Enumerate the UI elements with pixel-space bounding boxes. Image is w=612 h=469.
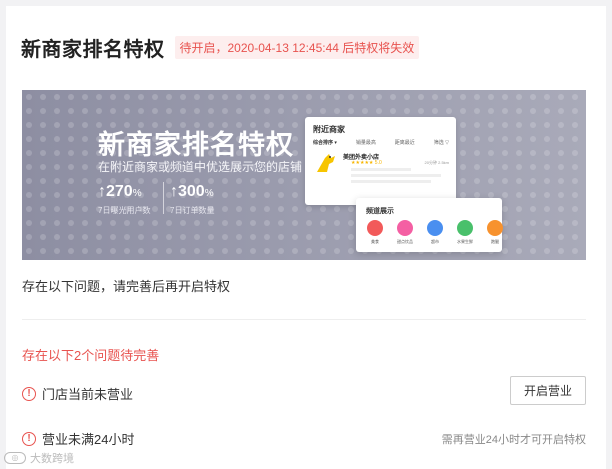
channel-item: 甜点饮品 [394,220,416,245]
mockup-shop-distance: 20分钟 2.5km [424,160,449,165]
banner-subtitle: 在附近商家或频道中优选展示您的店铺 [98,160,303,174]
channel-icon [367,220,383,236]
stat-unit: % [132,188,142,199]
issue-text: 门店当前未营业 [42,387,134,402]
channel-item: 水果生鲜 [454,220,476,245]
channel-item: 超市 [424,220,446,245]
popup-heading: 频道展示 [366,208,394,215]
stat-unit: % [204,188,214,199]
channel-label: 跑腿 [491,239,499,244]
watermark-text: 大数跨境 [30,453,74,465]
shop-logo-icon [317,154,335,172]
mockup-tab: 综合排序 ▾ [313,140,337,146]
channel-icon [457,220,473,236]
mockup-placeholder-line [351,174,441,177]
page-title: 新商家排名特权 [21,39,165,61]
open-business-button[interactable]: 开启营业 [510,376,586,405]
issue-text: 营业未满24小时 [42,432,135,447]
channel-icon [427,220,443,236]
issue-row: ! 门店当前未营业 [22,384,133,403]
status-badge: 待开启，2020-04-13 12:45:44 后特权将失效 [174,36,420,59]
divider [22,319,586,320]
mockup-stars: ★★★★★ 5.0 [351,160,382,166]
mockup-placeholder-line [351,180,431,183]
channel-label: 美食 [371,239,379,244]
watermark: ◎ 大数跨境 [4,450,74,466]
channel-item: 美食 [364,220,386,245]
mockup-placeholder-line [351,168,411,171]
channel-item: 跑腿 [484,220,506,245]
stat-orders: ↑300% 7日订单数量 [170,183,214,216]
channel-popup: 频道展示 美食 甜点饮品 超市 水果生鲜 跑腿 [356,198,503,252]
mockup-tabs: 综合排序 ▾ 销量最高 距离最近 筛选 ▽ [313,139,449,146]
watermark-logo-icon: ◎ [4,452,26,464]
issue-hint: 需再营业24小时才可开启特权 [441,434,586,446]
mockup-tab: 销量最高 [355,140,376,146]
stat-value: ↑270 [98,183,133,200]
channel-label: 水果生鲜 [457,239,473,244]
promo-banner: 新商家排名特权 在附近商家或频道中优选展示您的店铺 ↑270% 7日曝光用户数 … [22,90,586,260]
stat-value: ↑300 [170,183,205,200]
header: 新商家排名特权 待开启，2020-04-13 12:45:44 后特权将失效 [21,33,420,62]
mockup-tab: 距离最近 [394,140,415,146]
channel-icon [487,220,503,236]
channel-label: 超市 [431,239,439,244]
stat-label: 7日订单数量 [170,206,215,215]
nearby-shops-mockup: 附近商家 综合排序 ▾ 销量最高 距离最近 筛选 ▽ 美团外卖小店 ★★★★★ … [305,117,456,205]
stat-divider [163,182,164,214]
error-icon: ! [22,386,36,401]
channel-icon [397,220,413,236]
issues-count: 存在以下2个问题待完善 [22,348,160,363]
channel-label: 甜点饮品 [397,239,413,244]
privilege-card: 新商家排名特权 待开启，2020-04-13 12:45:44 后特权将失效 新… [6,6,606,469]
channel-icons: 美食 甜点饮品 超市 水果生鲜 跑腿 [364,220,506,245]
issue-row: ! 营业未满24小时 [22,429,134,448]
stat-label: 7日曝光用户数 [98,206,151,215]
banner-title: 新商家排名特权 [98,130,294,160]
mockup-tab: 筛选 ▽ [433,140,449,146]
notice-text: 存在以下问题，请完善后再开启特权 [22,279,231,294]
error-icon: ! [22,431,36,446]
mockup-heading: 附近商家 [313,125,345,134]
stat-exposure: ↑270% 7日曝光用户数 [98,183,150,216]
